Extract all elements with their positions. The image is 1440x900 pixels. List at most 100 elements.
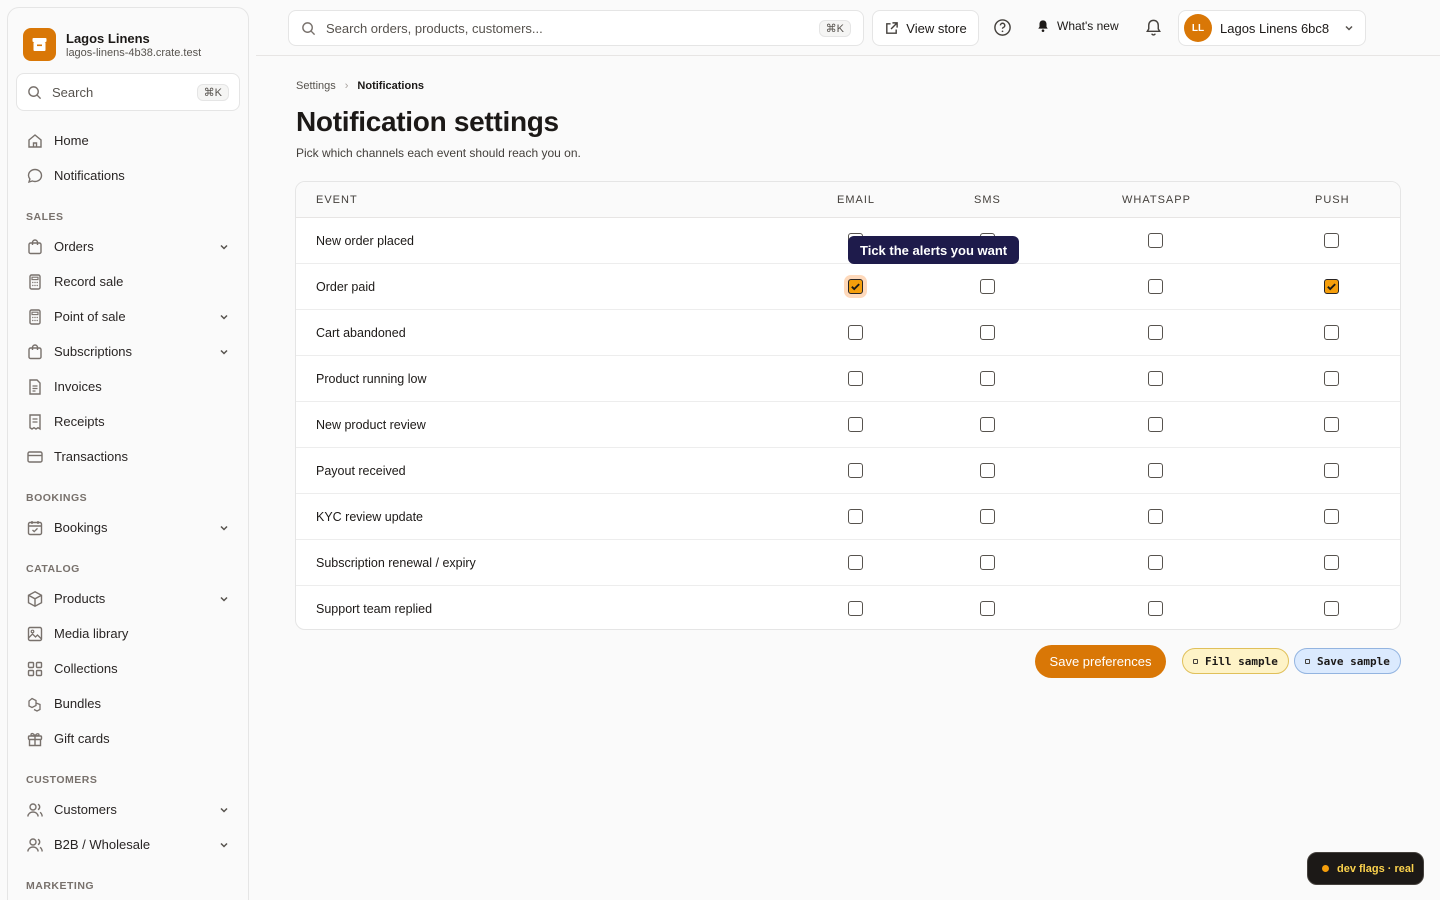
sidebar: Lagos Linens lagos-linens-4b38.crate.tes…: [7, 7, 249, 900]
account-menu[interactable]: LL Lagos Linens 6bc8: [1178, 10, 1366, 46]
sidebar-item-media-library[interactable]: Media library: [8, 616, 248, 651]
event-label: KYC review update: [316, 509, 424, 524]
chevron-down-icon: [220, 525, 228, 531]
account-name: Lagos Linens 6bc8: [1220, 20, 1330, 36]
sidebar-section-catalog: CATALOG: [26, 563, 80, 575]
global-search-placeholder: Search orders, products, customers...: [326, 20, 543, 36]
sidebar-item-record-sale[interactable]: Record sale: [8, 264, 248, 299]
dev-flags-label: dev flags · real: [1337, 862, 1415, 875]
checkbox-whatsapp[interactable]: [1148, 416, 1163, 432]
view-store-button[interactable]: View store: [872, 10, 979, 46]
notifications-bell-icon[interactable]: [1144, 18, 1163, 40]
checkbox-email[interactable]: [848, 278, 863, 294]
checkbox-push[interactable]: [1324, 508, 1339, 524]
checkbox-whatsapp[interactable]: [1148, 462, 1163, 478]
help-icon[interactable]: [993, 18, 1012, 40]
calculator-icon: [26, 273, 44, 291]
checkbox-email[interactable]: [848, 416, 863, 432]
sidebar-section-sales: SALES: [26, 211, 64, 223]
global-search-shortcut: ⌘K: [818, 19, 851, 37]
checkbox-push[interactable]: [1324, 232, 1339, 248]
save-preferences-button[interactable]: Save preferences: [1035, 645, 1166, 678]
bag-icon: [26, 343, 44, 361]
sidebar-item-transactions[interactable]: Transactions: [8, 439, 248, 474]
sidebar-item-orders[interactable]: Orders: [8, 229, 248, 264]
checkbox-whatsapp[interactable]: [1148, 554, 1163, 570]
checkbox-email[interactable]: [848, 370, 863, 386]
checkbox-email[interactable]: [848, 508, 863, 524]
checkbox-sms[interactable]: [980, 508, 995, 524]
sidebar-item-receipts[interactable]: Receipts: [8, 404, 248, 439]
checkbox-whatsapp[interactable]: [1148, 324, 1163, 340]
sidebar-item-invoices[interactable]: Invoices: [8, 369, 248, 404]
event-label: Subscription renewal / expiry: [316, 555, 476, 570]
table-row: New product review: [296, 402, 1400, 448]
table-row: Subscription renewal / expiry: [296, 540, 1400, 586]
checkbox-email[interactable]: [848, 601, 863, 616]
event-label: Payout received: [316, 463, 406, 478]
whats-new-button[interactable]: What's new: [1036, 19, 1119, 33]
checkbox-whatsapp[interactable]: [1148, 508, 1163, 524]
save-sample-button[interactable]: Save sample: [1294, 648, 1401, 674]
page-subtitle: Pick which channels each event should re…: [296, 146, 581, 160]
store-name: Lagos Linens: [66, 30, 150, 46]
checkbox-push[interactable]: [1324, 554, 1339, 570]
checkbox-sms[interactable]: [980, 416, 995, 432]
checkbox-sms[interactable]: [980, 278, 995, 294]
sidebar-item-notifications[interactable]: Notifications: [8, 158, 248, 193]
checkbox-push[interactable]: [1324, 324, 1339, 340]
chevron-down-icon: [1345, 25, 1353, 31]
sidebar-item-bookings[interactable]: Bookings: [8, 510, 248, 545]
checkbox-push[interactable]: [1324, 416, 1339, 432]
sidebar-item-label: Receipts: [54, 414, 105, 429]
sidebar-section-bookings: BOOKINGS: [26, 492, 88, 504]
table-row: Product running low: [296, 356, 1400, 402]
sidebar-nav: Home Notifications SALES Orders Record s…: [8, 123, 248, 892]
event-label: Support team replied: [316, 602, 433, 616]
checkbox-whatsapp[interactable]: [1148, 278, 1163, 294]
checkbox-sms[interactable]: [980, 370, 995, 386]
event-label: New product review: [316, 417, 426, 432]
dev-flags-badge[interactable]: dev flags · real: [1307, 852, 1424, 885]
sidebar-item-label: Point of sale: [54, 309, 126, 324]
checkbox-email[interactable]: [848, 462, 863, 478]
sidebar-item-b2b-wholesale[interactable]: B2B / Wholesale: [8, 827, 248, 862]
square-icon: [1305, 658, 1310, 664]
checkbox-email[interactable]: [848, 554, 863, 570]
breadcrumb-settings[interactable]: Settings: [296, 80, 336, 92]
sidebar-item-customers[interactable]: Customers: [8, 792, 248, 827]
sidebar-item-collections[interactable]: Collections: [8, 651, 248, 686]
column-header-sms: SMS: [974, 193, 1001, 206]
checkbox-sms[interactable]: [980, 601, 995, 616]
sidebar-item-label: Customers: [54, 802, 117, 817]
checkbox-push[interactable]: [1324, 370, 1339, 386]
column-header-push: PUSH: [1315, 193, 1350, 206]
checkbox-email[interactable]: [848, 324, 863, 340]
checkbox-sms[interactable]: [980, 554, 995, 570]
checkbox-whatsapp[interactable]: [1148, 370, 1163, 386]
checkbox-whatsapp[interactable]: [1148, 232, 1163, 248]
bundle-icon: [26, 695, 44, 713]
home-icon: [26, 132, 44, 150]
checkbox-push[interactable]: [1324, 278, 1339, 294]
checkbox-push[interactable]: [1324, 601, 1339, 616]
fill-sample-button[interactable]: Fill sample: [1182, 648, 1289, 674]
sidebar-item-label: Media library: [54, 626, 129, 641]
page-title: Notification settings: [296, 106, 559, 137]
sidebar-item-home[interactable]: Home: [8, 123, 248, 158]
sidebar-item-bundles[interactable]: Bundles: [8, 686, 248, 721]
checkbox-sms[interactable]: [980, 324, 995, 340]
sidebar-item-subscriptions[interactable]: Subscriptions: [8, 334, 248, 369]
checkbox-sms[interactable]: [980, 462, 995, 478]
sidebar-item-point-of-sale[interactable]: Point of sale: [8, 299, 248, 334]
checkbox-push[interactable]: [1324, 462, 1339, 478]
chevron-down-icon: [220, 244, 228, 250]
document-icon: [26, 378, 44, 396]
brand[interactable]: Lagos Linens lagos-linens-4b38.crate.tes…: [8, 8, 248, 66]
sidebar-search[interactable]: Search ⌘K: [16, 73, 240, 111]
sidebar-search-placeholder: Search: [52, 84, 94, 100]
global-search-input[interactable]: Search orders, products, customers... ⌘K: [288, 10, 864, 46]
checkbox-whatsapp[interactable]: [1148, 601, 1163, 616]
sidebar-item-products[interactable]: Products: [8, 581, 248, 616]
sidebar-item-gift-cards[interactable]: Gift cards: [8, 721, 248, 756]
